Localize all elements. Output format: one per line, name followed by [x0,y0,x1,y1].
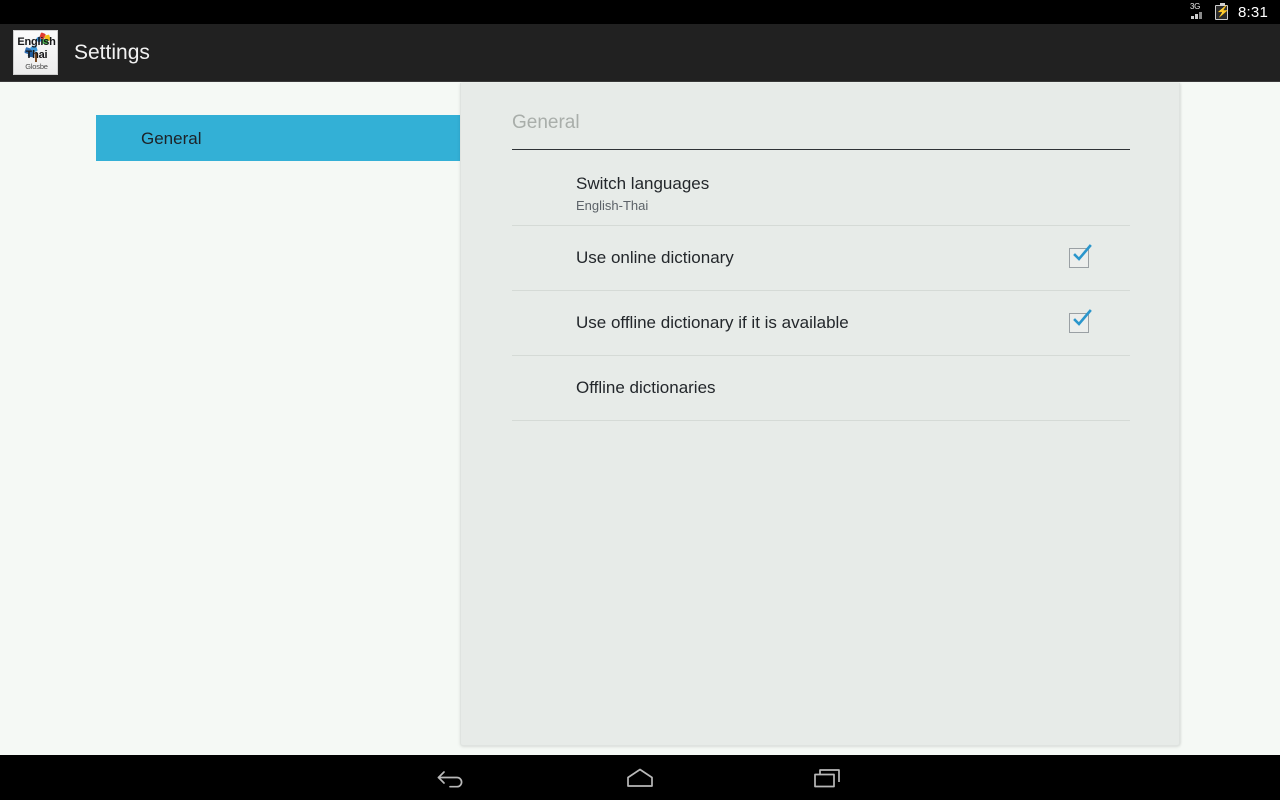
back-button[interactable] [422,755,482,800]
preference-panel-title: General [512,112,580,133]
checkbox-use-online-dictionary[interactable] [1069,244,1092,268]
status-icon-group: 3G ⚡ 8:31 [1190,2,1268,21]
preference-panel-header: General [512,113,1130,150]
sidebar-item-general[interactable]: General [96,115,462,161]
preference-row-texts: Use offline dictionary if it is availabl… [576,313,849,333]
preference-summary: English-Thai [576,197,649,213]
checkmark-icon [1072,309,1092,329]
checkbox-use-offline-dictionary[interactable] [1069,309,1092,333]
preference-title: Use offline dictionary if it is availabl… [576,313,849,332]
preference-row-use-online-dictionary[interactable]: Use online dictionary [512,226,1130,291]
app-icon-line-2: Thai [25,49,48,61]
app-icon[interactable]: English Thai Glosbe [13,30,58,75]
content-area: General General Switch languages English… [0,83,1280,755]
home-button[interactable] [610,755,670,800]
page-title: Settings [74,41,150,64]
android-screen: 3G ⚡ 8:31 English Thai Glosbe Settings G… [0,0,1280,800]
preference-list: Switch languages English-Thai Use online… [512,161,1130,421]
preference-title: Offline dictionaries [576,378,716,397]
charging-bolt-icon: ⚡ [1216,5,1230,18]
checkmark-icon [1072,244,1092,264]
network-type-label: 3G [1190,2,1201,11]
home-icon [623,766,657,790]
preference-row-use-offline-dictionary[interactable]: Use offline dictionary if it is availabl… [512,291,1130,356]
preference-panel: General Switch languages English-Thai Us… [460,83,1180,746]
preference-title: Use online dictionary [576,248,734,267]
recents-icon [811,766,845,790]
preference-row-switch-languages[interactable]: Switch languages English-Thai [512,161,1130,226]
preference-row-texts: Offline dictionaries [576,378,716,398]
navigation-bar [0,755,1280,800]
preference-row-texts: Switch languages English-Thai [576,174,709,213]
settings-header-list: General [0,83,462,755]
recents-button[interactable] [798,755,858,800]
action-bar: English Thai Glosbe Settings [0,24,1280,82]
app-icon-line-1: English [17,36,56,48]
preference-row-texts: Use online dictionary [576,248,734,268]
back-icon [435,766,469,790]
preference-title: Switch languages [576,173,710,193]
battery-charging-icon: ⚡ [1215,2,1230,20]
status-bar: 3G ⚡ 8:31 [0,0,1280,24]
sidebar-item-label: General [141,128,202,148]
signal-bars [1191,12,1202,19]
signal-icon: 3G [1190,2,1208,20]
preference-row-offline-dictionaries[interactable]: Offline dictionaries [512,356,1130,421]
status-clock: 8:31 [1238,3,1268,21]
app-icon-line-3: Glosbe [25,62,48,71]
